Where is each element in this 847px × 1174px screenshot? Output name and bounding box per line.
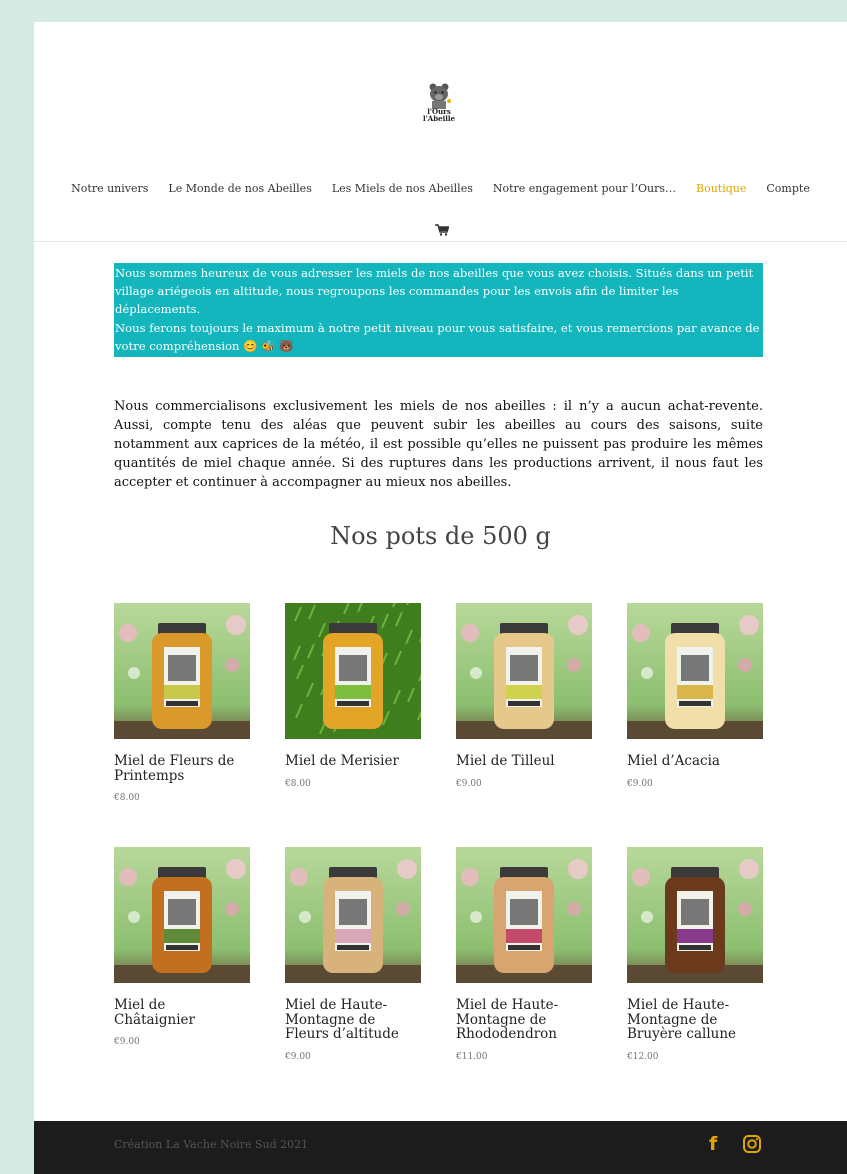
nav-item-3[interactable]: Notre engagement pour l’Ours…: [483, 182, 686, 202]
product-price: €12.00: [627, 1051, 659, 1062]
nav-item-0[interactable]: Notre univers: [61, 182, 158, 202]
product-name[interactable]: Miel de Merisier: [285, 754, 421, 769]
product-price: €11.00: [456, 1051, 488, 1062]
logo-text: l'Ours l'Abeille: [422, 107, 455, 123]
product-price: €8.00: [114, 793, 140, 803]
product-name[interactable]: Miel de Haute-Montagne de Bruyère callun…: [627, 998, 763, 1042]
product-price: €9.00: [627, 778, 653, 789]
bear-logo-icon: [429, 83, 451, 109]
product-image[interactable]: [456, 603, 592, 739]
nav-item-4[interactable]: Boutique: [686, 182, 756, 202]
notice-text-1: Nous sommes heureux de vous adresser les…: [115, 266, 754, 317]
facebook-icon[interactable]: f: [709, 1133, 723, 1155]
product-card[interactable]: Miel de Merisier €8.00: [285, 603, 421, 789]
product-price: €9.00: [285, 1051, 311, 1062]
shopping-cart-icon[interactable]: [435, 224, 449, 236]
footer-credit: Création La Vache Noire Sud 2021: [114, 1138, 309, 1151]
product-image[interactable]: [285, 603, 421, 739]
product-name[interactable]: Miel d’Acacia: [627, 754, 763, 769]
site-logo[interactable]: l'Ours l'Abeille: [417, 80, 461, 124]
nav-item-2[interactable]: Les Miels de nos Abeilles: [322, 182, 483, 202]
notice-text-2: Nous ferons toujours le maximum à notre …: [115, 320, 760, 353]
footer: Création La Vache Noire Sud 2021 f: [34, 1121, 847, 1174]
product-image[interactable]: [627, 603, 763, 739]
intro-paragraph: Nous commercialisons exclusivement les m…: [114, 399, 763, 490]
page: l'Ours l'Abeille Notre univers Le Monde d…: [34, 22, 847, 1174]
header-divider: [34, 241, 847, 242]
product-card[interactable]: Miel de Haute-Montagne de Bruyère callun…: [627, 847, 763, 1062]
product-image[interactable]: [114, 603, 250, 739]
product-image[interactable]: [114, 847, 250, 983]
product-name[interactable]: Miel de Tilleul: [456, 754, 592, 769]
product-card[interactable]: Miel de Fleurs de Printemps €8.00: [114, 603, 250, 803]
product-name[interactable]: Miel de Haute-Montagne de Rhododendron: [456, 998, 592, 1042]
section-title: Nos pots de 500 g: [330, 522, 551, 550]
instagram-icon[interactable]: [742, 1134, 762, 1154]
product-card[interactable]: Miel de Tilleul €9.00: [456, 603, 592, 789]
nav-item-5[interactable]: Compte: [756, 182, 819, 202]
notice-banner: Nous sommes heureux de vous adresser les…: [114, 263, 763, 358]
product-name[interactable]: Miel de Fleurs de Printemps: [114, 754, 250, 783]
product-image[interactable]: [627, 847, 763, 983]
main-nav: Notre univers Le Monde de nos Abeilles Les…: [34, 182, 847, 202]
nav-item-1[interactable]: Le Monde de nos Abeilles: [158, 182, 321, 202]
product-name[interactable]: Miel de Châtaignier: [114, 998, 250, 1027]
product-image[interactable]: [285, 847, 421, 983]
product-card[interactable]: Miel de Haute-Montagne de Fleurs d’altit…: [285, 847, 421, 1062]
product-price: €9.00: [456, 778, 482, 789]
product-card[interactable]: Miel d’Acacia €9.00: [627, 603, 763, 789]
product-price: €8.00: [285, 778, 311, 789]
product-card[interactable]: Miel de Haute-Montagne de Rhododendron €1…: [456, 847, 592, 1062]
product-card[interactable]: Miel de Châtaignier €9.00: [114, 847, 250, 1047]
product-image[interactable]: [456, 847, 592, 983]
product-name[interactable]: Miel de Haute-Montagne de Fleurs d’altit…: [285, 998, 421, 1042]
product-price: €9.00: [114, 1037, 140, 1047]
